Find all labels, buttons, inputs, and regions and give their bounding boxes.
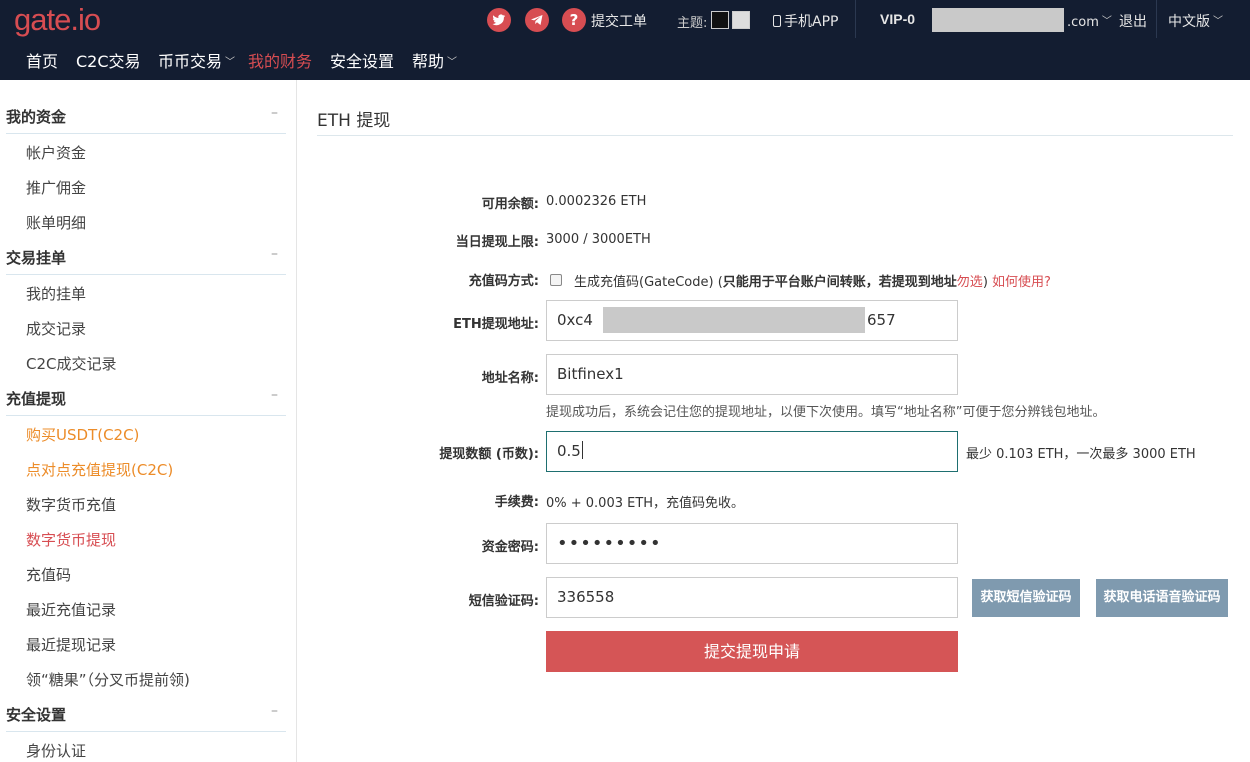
sidebar-group-label: 安全设置 xyxy=(6,706,67,724)
language-label: 中文版 xyxy=(1168,14,1210,30)
email-suffix: .com xyxy=(1067,15,1099,30)
fund-password-input[interactable]: ••••••••• xyxy=(546,523,958,564)
sidebar-item-recent-withdrawals[interactable]: 最近提现记录 xyxy=(26,634,116,655)
phone-icon xyxy=(773,15,781,27)
sidebar-item-account-funds[interactable]: 帐户资金 xyxy=(26,142,86,163)
twitter-icon[interactable] xyxy=(487,8,511,32)
nav-help[interactable]: 帮助 ﹀ xyxy=(412,48,457,72)
mobile-app-link[interactable]: 手机APP xyxy=(773,11,838,31)
gatecode-warning: 只能用于平台账户间转账，若提现到地址 xyxy=(722,275,957,290)
sidebar: 我的资金 – 帐户资金 推广佣金 账单明细 交易挂单 – 我的挂单 成交记录 C… xyxy=(0,80,297,762)
chevron-down-icon: ﹀ xyxy=(225,57,236,68)
address-prefix: 0xc4 xyxy=(557,311,593,329)
how-to-use-link[interactable]: 如何使用? xyxy=(992,275,1051,290)
text-cursor xyxy=(581,441,583,459)
address-suffix: 657 xyxy=(867,311,896,329)
nav-spot-label: 币币交易 xyxy=(158,52,223,71)
sidebar-group-orders[interactable]: 交易挂单 – xyxy=(6,239,286,275)
sidebar-item-candy[interactable]: 领“糖果”（分叉币提前领) xyxy=(26,669,190,690)
sidebar-item-identity[interactable]: 身份认证 xyxy=(26,740,86,761)
submit-withdraw-button[interactable]: 提交提现申请 xyxy=(546,631,958,672)
eth-address-input[interactable]: 0xc4 657 xyxy=(546,300,958,341)
fee-label: 手续费: xyxy=(494,495,539,510)
get-voice-code-button[interactable]: 获取电话语音验证码 xyxy=(1096,579,1228,617)
nav-c2c[interactable]: C2C交易 xyxy=(76,48,141,72)
sidebar-group-label: 我的资金 xyxy=(6,108,67,126)
fee-value: 0% + 0.003 ETH，充值码免收。 xyxy=(546,496,745,511)
page-title: ETH 提现 xyxy=(317,111,391,131)
sidebar-group-label: 交易挂单 xyxy=(6,249,67,267)
sidebar-item-recent-deposits[interactable]: 最近充值记录 xyxy=(26,599,116,620)
chevron-down-icon: ﹀ xyxy=(1101,16,1112,27)
sidebar-item-trades[interactable]: 成交记录 xyxy=(26,318,86,339)
sidebar-item-gatecode[interactable]: 充值码 xyxy=(26,564,71,585)
collapse-icon[interactable]: – xyxy=(271,105,278,121)
header-divider-2 xyxy=(1156,0,1157,38)
top-header: gate.io ? 提交工单 主题: 手机APP VIP-0 .com ﹀ 退出 … xyxy=(0,0,1250,80)
gatecode-text-b: (GateCode) ( xyxy=(639,275,723,290)
sidebar-item-crypto-withdraw[interactable]: 数字货币提现 xyxy=(26,529,116,550)
light-theme-swatch[interactable] xyxy=(732,11,750,29)
logout-link[interactable]: 退出 xyxy=(1119,11,1147,31)
sidebar-item-buy-usdt[interactable]: 购买USDT(C2C) xyxy=(26,424,139,445)
nav-help-label: 帮助 xyxy=(412,52,445,71)
amount-value: 0.5 xyxy=(557,442,581,460)
submit-ticket-link[interactable]: 提交工单 xyxy=(591,11,647,31)
gatecode-text-e: ) xyxy=(982,275,988,290)
gatecode-checkbox[interactable] xyxy=(550,274,562,286)
fund-password-label: 资金密码: xyxy=(481,540,539,555)
theme-label: 主题: xyxy=(677,16,708,31)
sidebar-item-my-orders[interactable]: 我的挂单 xyxy=(26,283,86,304)
available-label: 可用余额: xyxy=(481,197,539,212)
daily-limit-label: 当日提现上限: xyxy=(455,235,539,250)
email-redaction xyxy=(932,8,1064,32)
vip-level: VIP-0 xyxy=(880,11,916,27)
sms-code-label: 短信验证码: xyxy=(468,594,539,609)
gatecode-do-not-select: 勿选 xyxy=(956,275,983,290)
sidebar-group-security[interactable]: 安全设置 – xyxy=(6,696,286,732)
amount-input[interactable]: 0.5 xyxy=(546,431,958,472)
collapse-icon[interactable]: – xyxy=(271,387,278,403)
get-sms-code-button[interactable]: 获取短信验证码 xyxy=(972,579,1080,617)
address-redaction xyxy=(603,307,865,333)
nav-security[interactable]: 安全设置 xyxy=(330,48,394,72)
collapse-icon[interactable]: – xyxy=(271,703,278,719)
sidebar-group-label: 充值提现 xyxy=(6,390,67,408)
nav-my-finance[interactable]: 我的财务 xyxy=(248,48,312,72)
gatecode-description: 生成充值码(GateCode) (只能用于平台账户间转账，若提现到地址勿选) 如… xyxy=(574,271,1051,290)
amount-limits-note: 最少 0.103 ETH，一次最多 3000 ETH xyxy=(966,447,1196,462)
sidebar-item-statement[interactable]: 账单明细 xyxy=(26,212,86,233)
address-label: ETH提现地址: xyxy=(453,317,539,332)
chevron-down-icon: ﹀ xyxy=(1213,16,1223,27)
available-value: 0.0002326 ETH xyxy=(546,194,647,209)
address-name-hint: 提现成功后，系统会记住您的提现地址，以便下次使用。填写“地址名称”可便于您分辨钱… xyxy=(546,405,1106,420)
nav-home[interactable]: 首页 xyxy=(26,48,58,72)
title-divider xyxy=(317,135,1233,136)
nav-spot-trading[interactable]: 币币交易 ﹀ xyxy=(158,48,235,72)
help-icon[interactable]: ? xyxy=(562,8,586,32)
language-selector[interactable]: 中文版 ﹀ xyxy=(1168,11,1223,31)
sidebar-item-referral[interactable]: 推广佣金 xyxy=(26,177,86,198)
collapse-icon[interactable]: – xyxy=(271,246,278,262)
sidebar-item-p2p[interactable]: 点对点充值提现(C2C) xyxy=(26,459,173,480)
gateio-logo[interactable]: gate.io xyxy=(14,2,101,38)
telegram-icon[interactable] xyxy=(525,8,549,32)
sms-code-input[interactable]: 336558 xyxy=(546,577,958,618)
dark-theme-swatch[interactable] xyxy=(711,11,729,29)
sidebar-group-deposit-withdraw[interactable]: 充值提现 – xyxy=(6,380,286,416)
header-divider xyxy=(855,0,856,38)
amount-label: 提现数额 (币数): xyxy=(439,447,539,462)
code-method-label: 充值码方式: xyxy=(468,274,539,289)
sidebar-item-c2c-trades[interactable]: C2C成交记录 xyxy=(26,353,117,374)
sidebar-item-crypto-deposit[interactable]: 数字货币充值 xyxy=(26,494,116,515)
sidebar-group-funds[interactable]: 我的资金 – xyxy=(6,98,286,134)
daily-limit-value: 3000 / 3000ETH xyxy=(546,232,651,247)
address-name-label: 地址名称: xyxy=(481,371,539,386)
gatecode-text-a: 生成充值码 xyxy=(574,275,640,290)
mobile-app-label: 手机APP xyxy=(784,14,839,30)
chevron-down-icon: ﹀ xyxy=(447,57,458,68)
account-menu[interactable]: .com ﹀ xyxy=(1067,12,1112,30)
address-name-input[interactable]: Bitfinex1 xyxy=(546,354,958,395)
